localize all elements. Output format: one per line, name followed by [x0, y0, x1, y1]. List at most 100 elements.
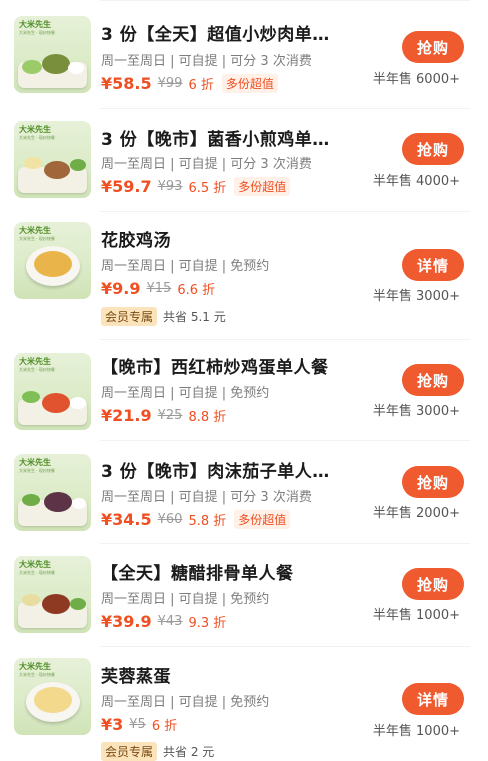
original-price: ¥15	[146, 281, 172, 296]
deal-title[interactable]: 【全天】糖醋排骨单人餐	[101, 559, 294, 584]
original-price: ¥60	[157, 512, 183, 527]
current-price: ¥3	[101, 715, 124, 734]
deal-item[interactable]: 大米先生 大米先生 · 现炒快餐 3 份【全天】超值小炒肉单… 周一至周日 | …	[0, 0, 488, 108]
original-price: ¥43	[157, 614, 183, 629]
brand-subtitle: 大米先生 · 现炒快餐	[19, 570, 55, 575]
current-price: ¥59.7	[101, 177, 152, 196]
brand-logo: 大米先生	[19, 20, 51, 29]
deal-meta: 周一至周日 | 可自提 | 可分 3 次消费	[101, 157, 312, 172]
divider	[100, 339, 470, 340]
brand-logo: 大米先生	[19, 662, 51, 671]
price-row: ¥58.5 ¥99 6 折 多份超值	[101, 74, 278, 93]
deal-meta: 周一至周日 | 可自提 | 免预约	[101, 386, 270, 401]
deal-thumbnail[interactable]: 大米先生 大米先生 · 现炒快餐	[14, 222, 91, 299]
divider	[100, 211, 470, 212]
current-price: ¥58.5	[101, 74, 152, 93]
discount-label: 6 折	[188, 78, 214, 93]
tomato-egg-image	[42, 393, 70, 413]
food-dish-image	[22, 494, 40, 506]
divider	[100, 646, 470, 647]
deal-item[interactable]: 大米先生 大米先生 · 现炒快餐 花胶鸡汤 周一至周日 | 可自提 | 免预约 …	[0, 211, 488, 339]
member-tag: 会员专属	[101, 742, 158, 761]
details-button[interactable]: 详情	[402, 683, 464, 715]
deal-item[interactable]: 大米先生 大米先生 · 现炒快餐 3 份【晚市】菌香小煎鸡单… 周一至周日 | …	[0, 108, 488, 211]
buy-button[interactable]: 抢购	[402, 133, 464, 165]
sales-count: 半年售 3000+	[372, 289, 460, 304]
discount-label: 6.5 折	[188, 181, 227, 196]
brand-logo: 大米先生	[19, 125, 51, 134]
price-row: ¥39.9 ¥43 9.3 折	[101, 612, 226, 631]
price-row: ¥3 ¥5 6 折	[101, 715, 177, 734]
deal-title[interactable]: 3 份【晚市】肉沫茄子单人…	[101, 457, 330, 482]
deal-meta: 周一至周日 | 可自提 | 可分 3 次消费	[101, 490, 312, 505]
deal-item[interactable]: 大米先生 大米先生 · 现炒快餐 3 份【晚市】肉沫茄子单人… 周一至周日 | …	[0, 440, 488, 543]
rice-bowl-image	[70, 397, 86, 409]
food-dish-image	[44, 161, 70, 179]
deal-title[interactable]: 【晚市】西红柿炒鸡蛋单人餐	[101, 353, 329, 378]
promo-tag: 多份超值	[234, 510, 291, 529]
saving-label: 共省 2 元	[163, 745, 215, 759]
original-price: ¥93	[157, 179, 183, 194]
brand-logo: 大米先生	[19, 458, 51, 467]
divider	[100, 440, 470, 441]
current-price: ¥39.9	[101, 612, 152, 631]
discount-label: 5.8 折	[188, 514, 227, 529]
buy-button[interactable]: 抢购	[402, 466, 464, 498]
deal-meta: 周一至周日 | 可自提 | 免预约	[101, 592, 270, 607]
deal-thumbnail[interactable]: 大米先生 大米先生 · 现炒快餐	[14, 454, 91, 531]
promo-tag: 多份超值	[221, 74, 278, 93]
deal-meta: 周一至周日 | 可自提 | 免预约	[101, 695, 270, 710]
food-dish-image	[22, 391, 40, 403]
promo-tag: 多份超值	[234, 177, 291, 196]
deal-thumbnail[interactable]: 大米先生 大米先生 · 现炒快餐	[14, 121, 91, 198]
chicken-soup-image	[34, 251, 72, 277]
eggplant-dish-image	[44, 492, 72, 512]
member-tag: 会员专属	[101, 307, 158, 326]
original-price: ¥5	[129, 717, 146, 732]
deal-title[interactable]: 3 份【晚市】菌香小煎鸡单…	[101, 125, 330, 150]
divider	[100, 543, 470, 544]
deal-thumbnail[interactable]: 大米先生 大米先生 · 现炒快餐	[14, 658, 91, 735]
food-dish-image	[22, 594, 40, 606]
member-row: 会员专属 共省 5.1 元	[101, 307, 226, 326]
discount-label: 6 折	[151, 719, 178, 734]
divider	[100, 108, 470, 109]
deal-item[interactable]: 大米先生 大米先生 · 现炒快餐 芙蓉蒸蛋 周一至周日 | 可自提 | 免预约 …	[0, 646, 488, 761]
deal-item[interactable]: 大米先生 大米先生 · 现炒快餐 【全天】糖醋排骨单人餐 周一至周日 | 可自提…	[0, 543, 488, 646]
discount-label: 6.6 折	[177, 283, 216, 298]
sweet-sour-ribs-image	[42, 594, 70, 614]
brand-subtitle: 大米先生 · 现炒快餐	[19, 135, 55, 140]
original-price: ¥25	[157, 408, 183, 423]
deal-thumbnail[interactable]: 大米先生 大米先生 · 现炒快餐	[14, 353, 91, 430]
member-row: 会员专属 共省 2 元	[101, 742, 214, 761]
deal-meta: 周一至周日 | 可自提 | 可分 3 次消费	[101, 54, 312, 69]
food-dish-image	[70, 598, 86, 610]
deal-title[interactable]: 3 份【全天】超值小炒肉单…	[101, 20, 330, 45]
price-row: ¥59.7 ¥93 6.5 折 多份超值	[101, 177, 291, 196]
deal-title[interactable]: 花胶鸡汤	[101, 226, 171, 251]
food-dish-image	[42, 54, 70, 74]
current-price: ¥9.9	[101, 279, 141, 298]
sales-count: 半年售 1000+	[372, 724, 460, 739]
divider	[100, 0, 470, 1]
details-button[interactable]: 详情	[402, 249, 464, 281]
saving-label: 共省 5.1 元	[163, 310, 226, 324]
current-price: ¥34.5	[101, 510, 152, 529]
discount-label: 9.3 折	[188, 616, 227, 631]
deal-title[interactable]: 芙蓉蒸蛋	[101, 662, 171, 687]
price-row: ¥34.5 ¥60 5.8 折 多份超值	[101, 510, 291, 529]
brand-subtitle: 大米先生 · 现炒快餐	[19, 30, 55, 35]
current-price: ¥21.9	[101, 406, 152, 425]
buy-button[interactable]: 抢购	[402, 364, 464, 396]
deal-item[interactable]: 大米先生 大米先生 · 现炒快餐 【晚市】西红柿炒鸡蛋单人餐 周一至周日 | 可…	[0, 339, 488, 440]
brand-subtitle: 大米先生 · 现炒快餐	[19, 672, 55, 677]
sales-count: 半年售 3000+	[372, 404, 460, 419]
deal-thumbnail[interactable]: 大米先生 大米先生 · 现炒快餐	[14, 556, 91, 633]
buy-button[interactable]: 抢购	[402, 31, 464, 63]
buy-button[interactable]: 抢购	[402, 568, 464, 600]
brand-subtitle: 大米先生 · 现炒快餐	[19, 367, 55, 372]
sales-count: 半年售 4000+	[372, 174, 460, 189]
steamed-egg-image	[34, 687, 72, 713]
deal-thumbnail[interactable]: 大米先生 大米先生 · 现炒快餐	[14, 16, 91, 93]
brand-subtitle: 大米先生 · 现炒快餐	[19, 236, 55, 241]
